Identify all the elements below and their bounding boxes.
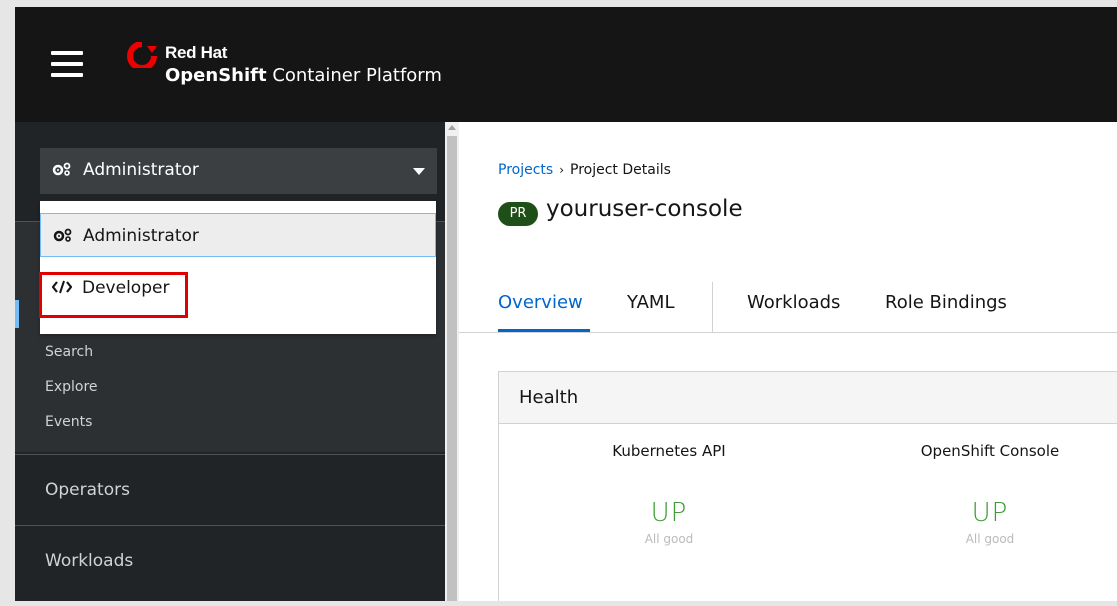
service-status: UP <box>650 498 688 528</box>
app-window: Red Hat OpenShift Container Platform Adm… <box>15 7 1117 601</box>
menu-item-developer[interactable]: Developer <box>40 266 436 310</box>
service-status: UP <box>971 498 1009 528</box>
masthead: Red Hat OpenShift Container Platform <box>15 7 1117 122</box>
caret-down-icon <box>413 168 425 175</box>
health-card: Health Kubernetes API UP All good OpenSh… <box>498 371 1117 601</box>
breadcrumb: Projects › Project Details <box>498 162 671 178</box>
hamburger-bar <box>51 62 83 66</box>
tabs-border <box>459 332 1117 333</box>
kubernetes-api-status: Kubernetes API UP All good <box>569 442 769 546</box>
tab-workloads[interactable]: Workloads <box>747 292 840 313</box>
perspective-label: Administrator <box>83 160 199 180</box>
perspective-dropdown-menu: Administrator Developer <box>40 201 436 334</box>
tab-role-bindings[interactable]: Role Bindings <box>885 292 1007 313</box>
nav-item-explore[interactable]: Explore <box>45 379 98 395</box>
product-name-bold: OpenShift <box>165 65 267 86</box>
active-nav-indicator <box>15 300 19 328</box>
sidebar: Administrator Search Explore Events Oper… <box>15 122 445 601</box>
menu-item-label: Developer <box>82 278 170 298</box>
openshift-console-status: OpenShift Console UP All good <box>890 442 1090 546</box>
brand-name: Red Hat <box>165 43 228 62</box>
breadcrumb-projects-link[interactable]: Projects <box>498 162 553 178</box>
sidebar-scrollbar[interactable] <box>445 122 459 601</box>
breadcrumb-separator: › <box>559 163 565 177</box>
tab-overview[interactable]: Overview <box>498 292 583 313</box>
nav-group-label: Workloads <box>45 551 134 571</box>
nav-group-operators[interactable]: Operators <box>15 454 445 525</box>
service-name: Kubernetes API <box>612 442 726 460</box>
cogs-icon <box>53 228 72 242</box>
nav-item-search[interactable]: Search <box>45 344 93 360</box>
hamburger-menu-button[interactable] <box>51 51 83 81</box>
tab-divider <box>712 282 713 332</box>
perspective-switcher[interactable]: Administrator <box>40 148 437 194</box>
service-message: All good <box>965 532 1015 546</box>
health-card-title: Health <box>519 387 579 408</box>
breadcrumb-current: Project Details <box>570 162 671 178</box>
nav-item-events[interactable]: Events <box>45 414 92 430</box>
scroll-up-icon[interactable] <box>448 125 456 130</box>
redhat-logo-icon <box>127 42 157 68</box>
main-content: Projects › Project Details PR youruser-con… <box>459 122 1117 601</box>
health-card-header: Health <box>499 372 1117 424</box>
code-icon <box>52 280 72 294</box>
active-tab-indicator <box>498 329 590 332</box>
nav-group-workloads[interactable]: Workloads <box>15 525 445 596</box>
menu-item-administrator[interactable]: Administrator <box>40 213 436 257</box>
nav-group-label: Operators <box>45 480 130 500</box>
product-name: OpenShift Container Platform <box>165 65 442 86</box>
service-name: OpenShift Console <box>920 442 1060 460</box>
project-badge: PR <box>498 202 538 226</box>
service-message: All good <box>644 532 694 546</box>
hamburger-bar <box>51 51 83 55</box>
product-name-rest: Container Platform <box>266 65 442 86</box>
hamburger-bar <box>51 73 83 77</box>
scrollbar-thumb[interactable] <box>447 136 457 601</box>
tab-yaml[interactable]: YAML <box>627 292 674 313</box>
cogs-icon <box>52 162 71 176</box>
menu-item-label: Administrator <box>83 226 199 246</box>
page-title: youruser-console <box>546 196 743 222</box>
